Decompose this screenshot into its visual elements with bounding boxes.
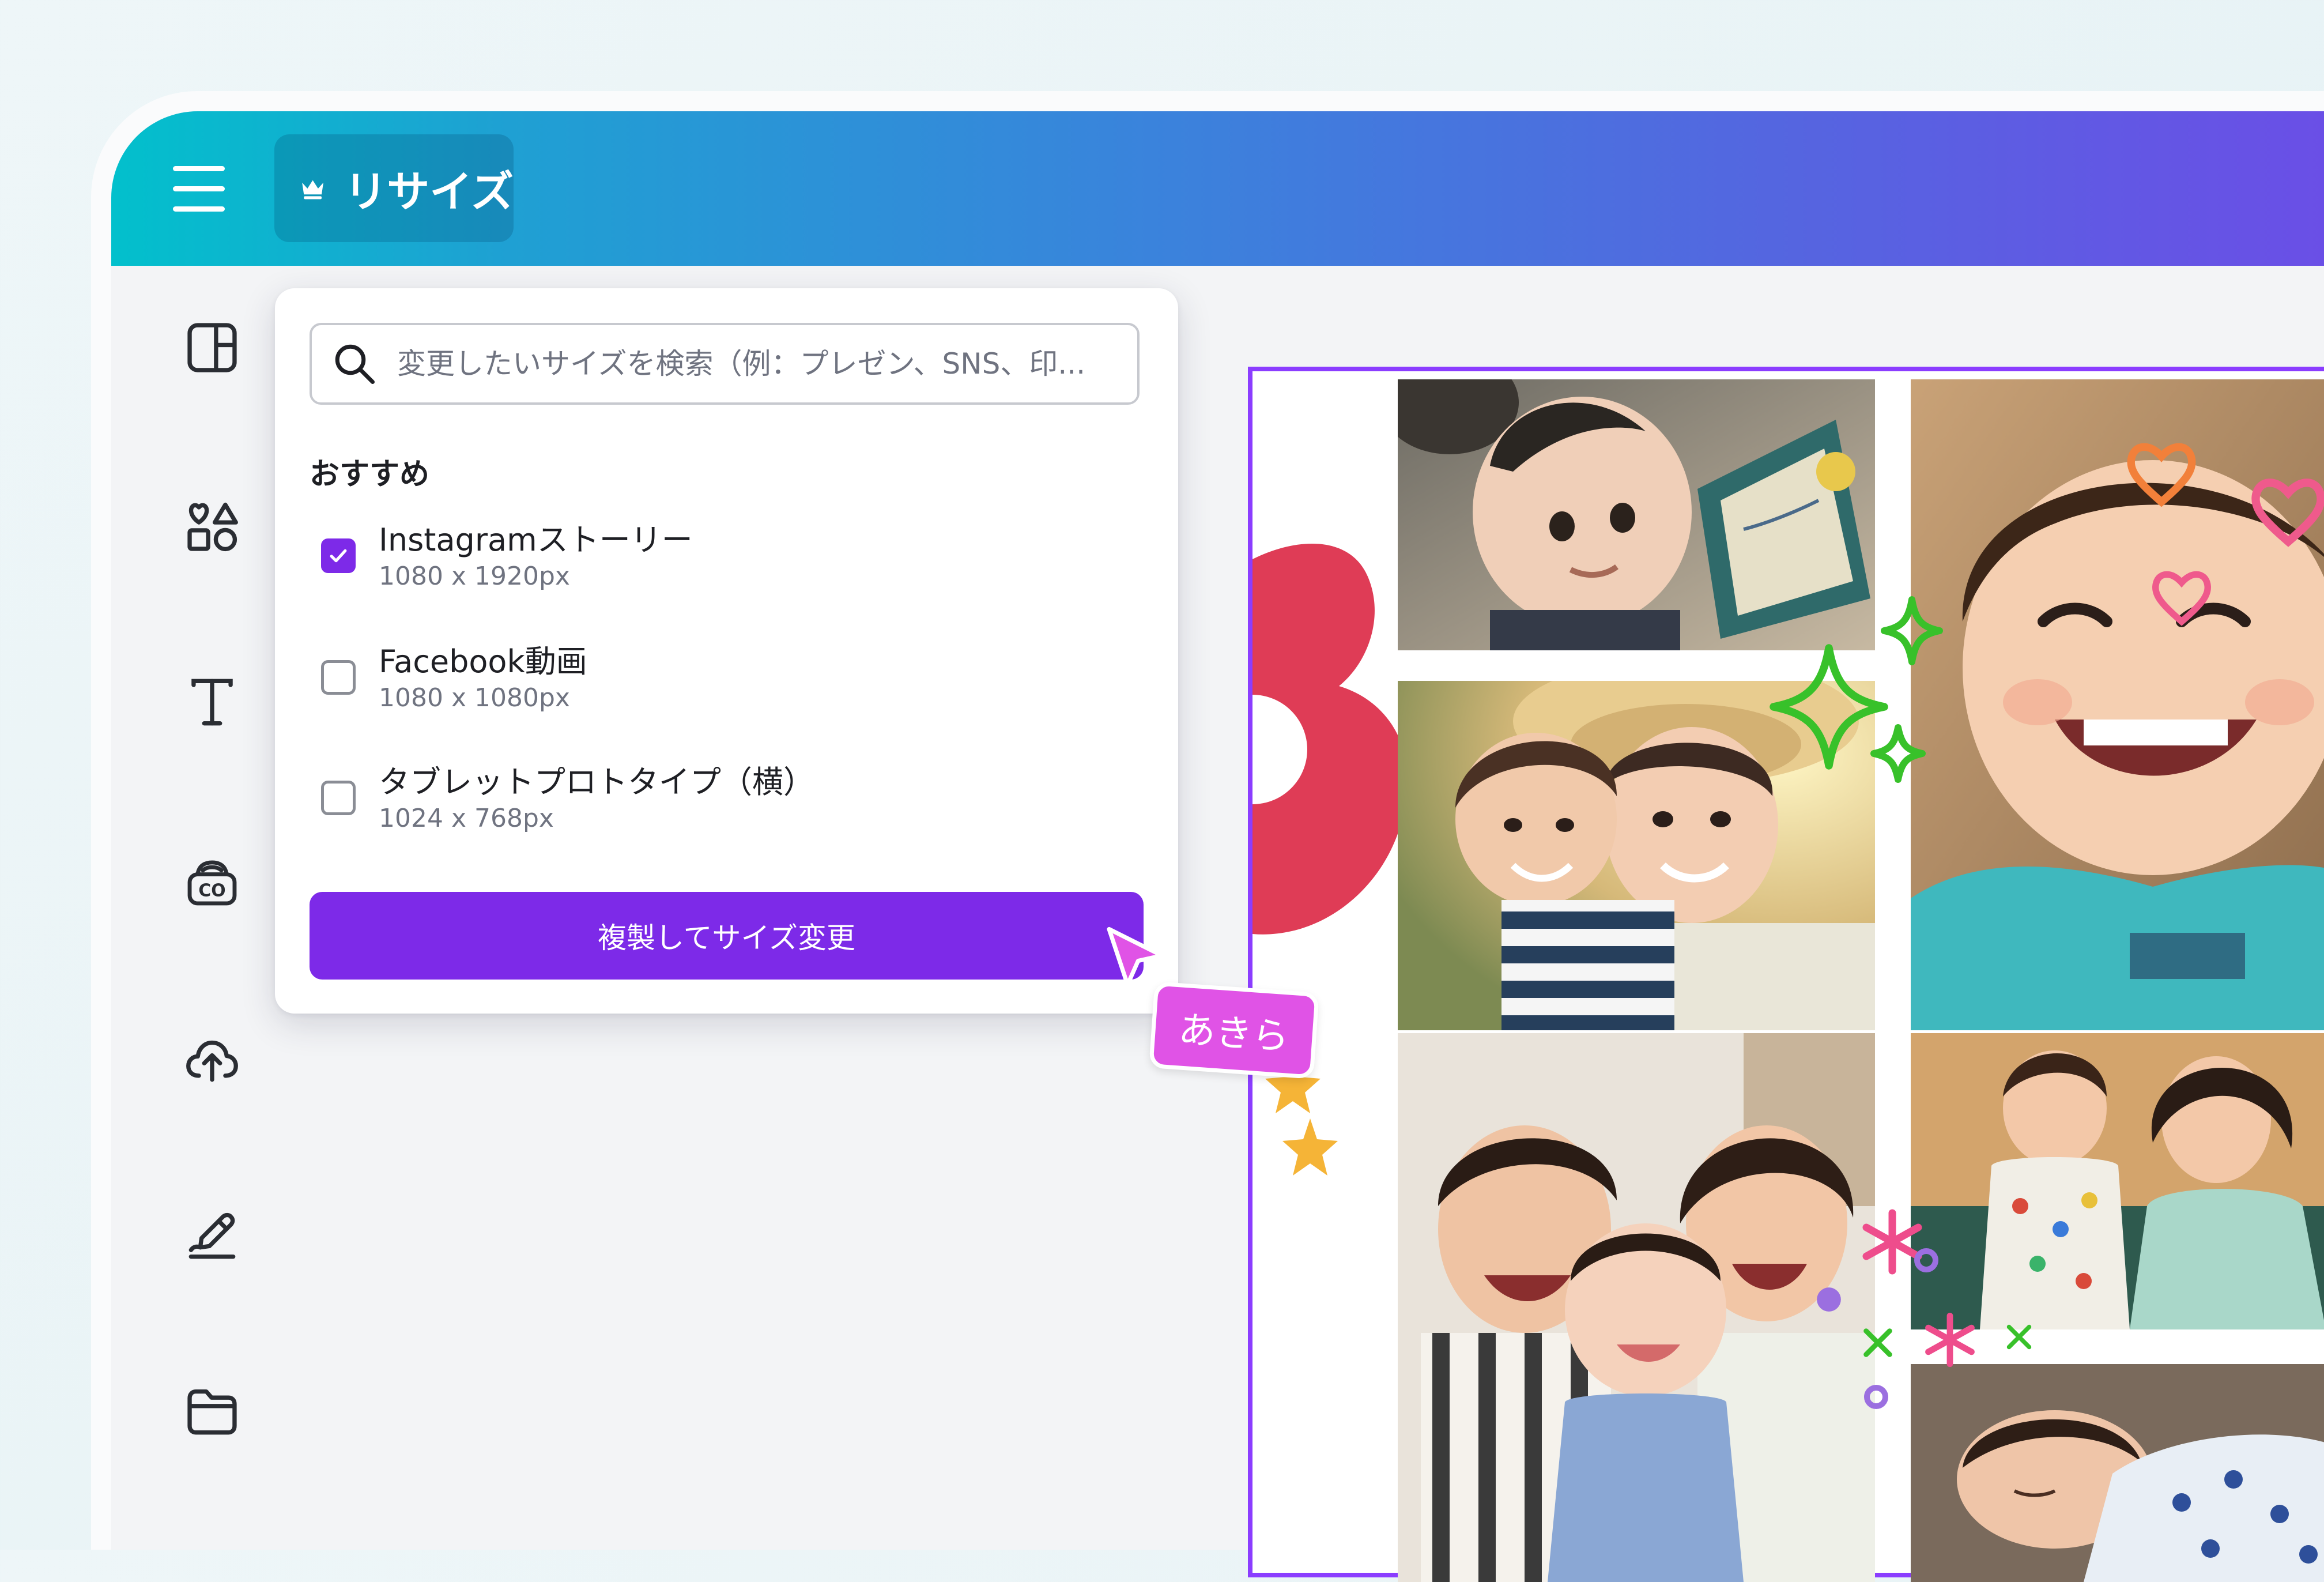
elements-icon[interactable] bbox=[180, 495, 244, 558]
layout-icon[interactable] bbox=[180, 316, 244, 379]
size-option-dimensions: 1080 x 1080px bbox=[379, 683, 570, 713]
checkbox-checked[interactable] bbox=[321, 538, 356, 573]
top-bar: リサイズ bbox=[111, 111, 2324, 266]
size-option-instagram-story[interactable]: Instagramストーリー 1080 x 1920px bbox=[310, 514, 1140, 612]
green-cross-icon bbox=[2006, 1324, 2032, 1350]
child-with-mother-photo[interactable] bbox=[1911, 1033, 2324, 1329]
sleeping-baby-photo[interactable] bbox=[1911, 1364, 2324, 1582]
size-option-tablet-prototype[interactable]: タブレットプロトタイプ（横） 1024 x 768px bbox=[310, 756, 1140, 854]
size-option-facebook-video[interactable]: Facebook動画 1080 x 1080px bbox=[310, 636, 1140, 734]
size-option-name: タブレットプロトタイプ（横） bbox=[379, 764, 814, 800]
design-canvas[interactable] bbox=[1248, 367, 2324, 1582]
size-option-dimensions: 1080 x 1920px bbox=[379, 562, 570, 591]
size-option-name: Facebook動画 bbox=[379, 643, 587, 680]
checkbox-unchecked[interactable] bbox=[321, 660, 356, 695]
search-icon bbox=[335, 344, 375, 384]
size-search-input[interactable] bbox=[396, 346, 1119, 381]
copy-and-resize-button[interactable]: 複製してサイズ変更 bbox=[310, 892, 1144, 980]
family-with-baby-photo[interactable] bbox=[1398, 1033, 1875, 1582]
smiling-toddler-selfie-photo[interactable] bbox=[1911, 379, 2324, 1030]
collaborator-name-tag: あきら bbox=[1149, 981, 1319, 1079]
menu-icon[interactable] bbox=[173, 166, 225, 212]
purple-ring-icon bbox=[1864, 1385, 1888, 1409]
folder-icon[interactable] bbox=[180, 1380, 244, 1443]
draw-icon[interactable] bbox=[180, 1204, 244, 1267]
purple-dot-icon bbox=[1817, 1287, 1841, 1312]
resize-button[interactable]: リサイズ bbox=[274, 134, 514, 242]
check-icon bbox=[330, 549, 347, 563]
resize-button-label: リサイズ bbox=[344, 167, 514, 217]
green-cross-icon bbox=[1863, 1328, 1892, 1357]
purple-ring-icon bbox=[1914, 1248, 1938, 1272]
text-icon[interactable] bbox=[180, 671, 244, 734]
letter-b-graphic bbox=[1252, 543, 1408, 935]
recommended-section-title: おすすめ bbox=[310, 457, 430, 492]
checkbox-unchecked[interactable] bbox=[321, 781, 356, 815]
size-option-dimensions: 1024 x 768px bbox=[379, 804, 554, 833]
brand-icon[interactable]: CO bbox=[180, 849, 244, 913]
crown-icon bbox=[302, 180, 324, 199]
pink-asterisk-icon bbox=[1925, 1312, 1975, 1368]
size-option-name: Instagramストーリー bbox=[379, 522, 693, 558]
resize-panel: おすすめ Instagramストーリー 1080 x 1920px Facebo… bbox=[275, 288, 1178, 1014]
green-sparkle-icon bbox=[1770, 596, 1943, 783]
size-search-field[interactable] bbox=[310, 323, 1140, 405]
upload-icon[interactable] bbox=[180, 1027, 244, 1090]
collaborator-cursor-icon bbox=[1107, 926, 1164, 987]
svg-text:CO: CO bbox=[198, 881, 225, 901]
